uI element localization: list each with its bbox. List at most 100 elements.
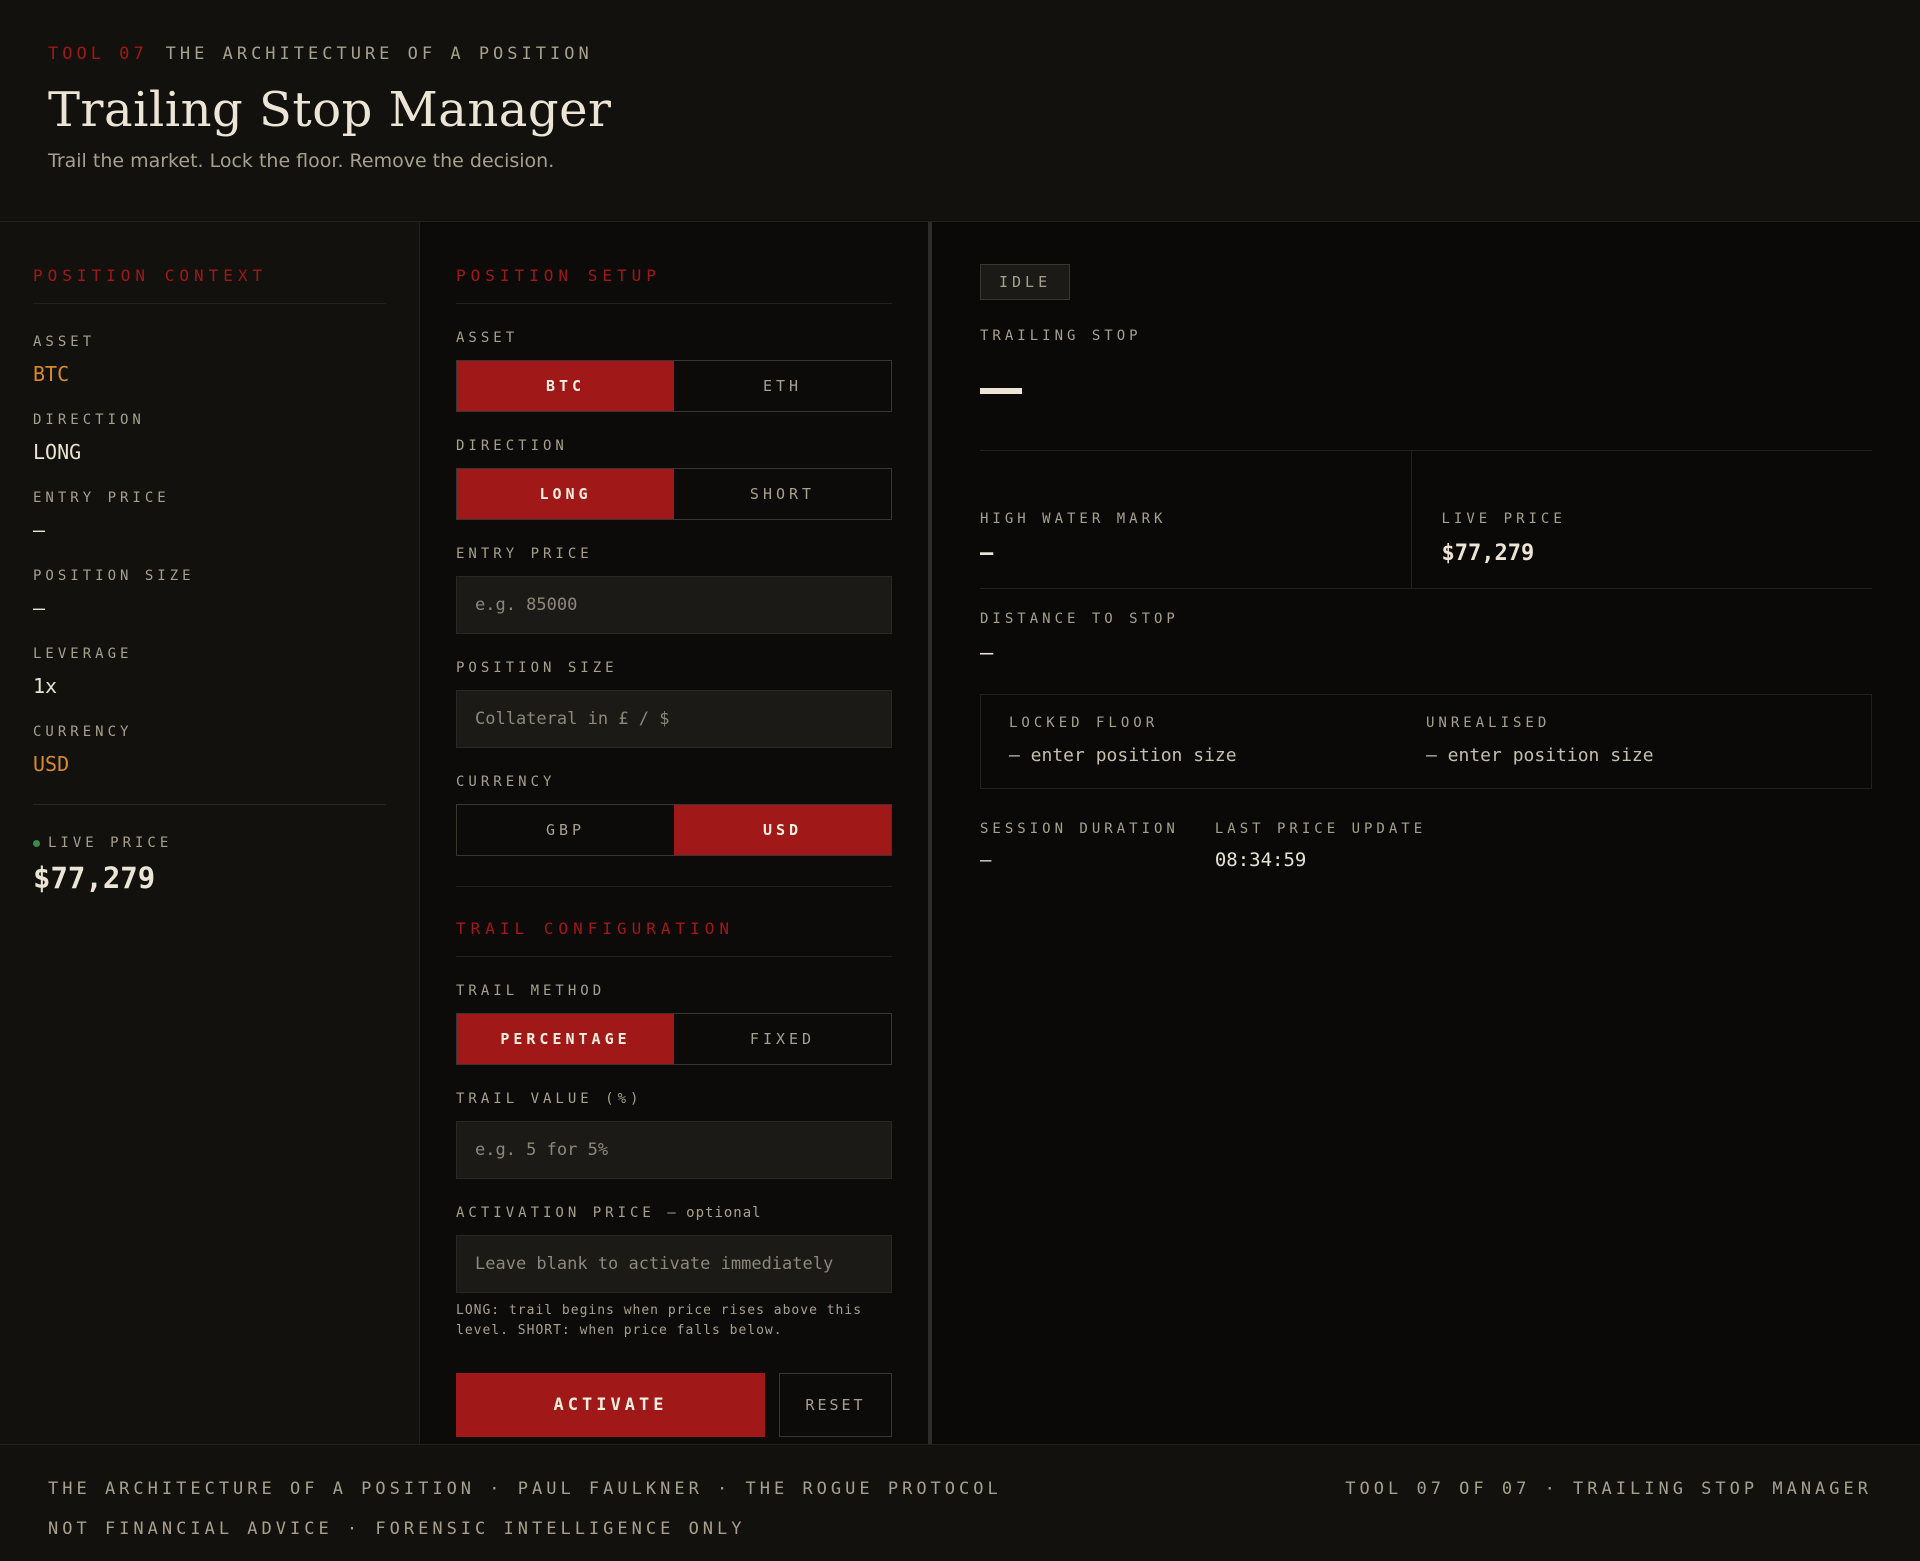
- distance-value: —: [980, 641, 994, 666]
- context-leverage: LEVERAGE 1x: [33, 646, 386, 698]
- context-asset-value: BTC: [33, 362, 70, 386]
- setup-heading: POSITION SETUP: [456, 266, 892, 304]
- page-header: TOOL 07 THE ARCHITECTURE OF A POSITION Tr…: [0, 0, 1920, 222]
- setup-divider: [456, 886, 892, 887]
- direction-option-short[interactable]: SHORT: [674, 469, 891, 519]
- context-live-price-label: LIVE PRICE: [33, 835, 386, 851]
- unrealised: UNREALISED — enter position size: [1426, 715, 1843, 766]
- locked-floor-label: LOCKED FLOOR: [1009, 715, 1159, 731]
- main-layout: POSITION CONTEXT ASSET BTC DIRECTION LON…: [0, 222, 1920, 1444]
- position-size-input[interactable]: [456, 690, 892, 748]
- trail-method-toggle: PERCENTAGE FIXED: [456, 1013, 892, 1065]
- entry-price-input[interactable]: [456, 576, 892, 634]
- entry-price-label: ENTRY PRICE: [456, 546, 593, 562]
- context-live-label-text: LIVE PRICE: [48, 835, 173, 851]
- session-duration-value: —: [980, 849, 992, 871]
- currency-option-gbp[interactable]: GBP: [457, 805, 674, 855]
- context-direction-value: LONG: [33, 440, 82, 464]
- context-size-value: —: [33, 596, 46, 620]
- session-row: SESSION DURATION — LAST PRICE UPDATE 08:…: [980, 821, 1872, 871]
- page-title: Trailing Stop Manager: [48, 82, 612, 138]
- asset-option-btc[interactable]: BTC: [457, 361, 674, 411]
- price-metrics-row: HIGH WATER MARK — LIVE PRICE $77,279: [980, 451, 1872, 589]
- footer-tool-info: TOOL 07 OF 07 · TRAILING STOP MANAGER: [1345, 1479, 1872, 1499]
- position-size-label: POSITION SIZE: [456, 660, 618, 676]
- context-size-label: POSITION SIZE: [33, 568, 195, 584]
- activation-price-label: ACTIVATION PRICE — optional: [456, 1205, 892, 1221]
- direction-option-long[interactable]: LONG: [457, 469, 674, 519]
- activate-button[interactable]: ACTIVATE: [456, 1373, 765, 1437]
- context-live-price-value: $77,279: [33, 861, 156, 895]
- unrealised-label: UNREALISED: [1426, 715, 1551, 731]
- footer-row-1: THE ARCHITECTURE OF A POSITION · PAUL FA…: [48, 1479, 1872, 1499]
- context-currency-value: USD: [33, 752, 70, 776]
- asset-option-eth[interactable]: ETH: [674, 361, 891, 411]
- hwm-value: —: [980, 541, 994, 566]
- live-status-dot-icon: [33, 839, 40, 847]
- kicker-text: THE ARCHITECTURE OF A POSITION: [165, 44, 593, 64]
- context-direction-label: DIRECTION: [33, 412, 145, 428]
- context-entry-value: —: [33, 518, 46, 542]
- header-kicker: TOOL 07 THE ARCHITECTURE OF A POSITION: [48, 44, 1872, 64]
- trail-method-fixed[interactable]: FIXED: [674, 1014, 891, 1064]
- context-entry-price: ENTRY PRICE —: [33, 490, 386, 542]
- context-asset-label: ASSET: [33, 334, 96, 350]
- activation-optional-text: — optional: [667, 1205, 762, 1221]
- last-update-label: LAST PRICE UPDATE: [1214, 821, 1427, 837]
- trail-value-label: TRAIL VALUE (%): [456, 1091, 643, 1107]
- setup-actions: ACTIVATE RESET: [456, 1373, 892, 1437]
- trail-method-label: TRAIL METHOD: [456, 983, 606, 999]
- activation-hint: LONG: trail begins when price rises abov…: [456, 1303, 863, 1338]
- distance-to-stop: DISTANCE TO STOP —: [980, 589, 1872, 695]
- context-entry-label: ENTRY PRICE: [33, 490, 170, 506]
- locked-floor: LOCKED FLOOR — enter position size: [1009, 715, 1426, 766]
- trail-heading: TRAIL CONFIGURATION: [456, 919, 892, 957]
- context-asset: ASSET BTC: [33, 334, 386, 386]
- position-setup-panel: POSITION SETUP ASSET BTC ETH DIRECTION L…: [420, 222, 932, 1444]
- high-water-mark: HIGH WATER MARK —: [980, 451, 1411, 588]
- context-leverage-label: LEVERAGE: [33, 646, 133, 662]
- context-divider: [33, 804, 386, 805]
- footer-disclaimer: NOT FINANCIAL ADVICE · FORENSIC INTELLIG…: [48, 1519, 746, 1539]
- context-currency: CURRENCY USD: [33, 724, 386, 776]
- position-context-panel: POSITION CONTEXT ASSET BTC DIRECTION LON…: [0, 222, 420, 1444]
- status-badge: IDLE: [980, 264, 1071, 300]
- footer-row-2: NOT FINANCIAL ADVICE · FORENSIC INTELLIG…: [48, 1519, 1872, 1539]
- trailing-stop-empty-value: [980, 388, 1022, 394]
- trailing-stop-label: TRAILING STOP: [980, 328, 1142, 344]
- currency-option-usd[interactable]: USD: [674, 805, 891, 855]
- tool-tag: TOOL 07: [48, 44, 148, 64]
- reset-button[interactable]: RESET: [779, 1373, 892, 1437]
- direction-toggle: LONG SHORT: [456, 468, 892, 520]
- context-currency-label: CURRENCY: [33, 724, 133, 740]
- session-duration-label: SESSION DURATION: [980, 821, 1179, 837]
- results-live-label: LIVE PRICE: [1441, 511, 1566, 527]
- floor-box: LOCKED FLOOR — enter position size UNREA…: [980, 695, 1872, 789]
- currency-label: CURRENCY: [456, 774, 556, 790]
- activation-label-text: ACTIVATION PRICE: [456, 1205, 655, 1221]
- currency-toggle: GBP USD: [456, 804, 892, 856]
- trailing-stop-block: TRAILING STOP: [980, 328, 1872, 451]
- results-panel: IDLE TRAILING STOP HIGH WATER MARK — LIV…: [932, 222, 1920, 1444]
- hwm-label: HIGH WATER MARK: [980, 511, 1167, 527]
- footer-credit: THE ARCHITECTURE OF A POSITION · PAUL FA…: [48, 1479, 1002, 1499]
- context-position-size: POSITION SIZE —: [33, 568, 386, 620]
- last-update-value: 08:34:59: [1214, 849, 1307, 871]
- distance-label: DISTANCE TO STOP: [980, 611, 1179, 627]
- session-duration: SESSION DURATION —: [980, 821, 1179, 871]
- unrealised-value: — enter position size: [1426, 745, 1654, 766]
- trail-method-percentage[interactable]: PERCENTAGE: [457, 1014, 674, 1064]
- page-tagline: Trail the market. Lock the floor. Remove…: [48, 150, 555, 172]
- direction-label: DIRECTION: [456, 438, 568, 454]
- last-price-update: LAST PRICE UPDATE 08:34:59: [1215, 821, 1426, 871]
- context-leverage-value: 1x: [33, 674, 58, 698]
- trail-value-input[interactable]: [456, 1121, 892, 1179]
- results-live-price: LIVE PRICE $77,279: [1410, 451, 1873, 588]
- context-direction: DIRECTION LONG: [33, 412, 386, 464]
- asset-toggle: BTC ETH: [456, 360, 892, 412]
- results-live-value: $77,279: [1441, 541, 1535, 566]
- activation-price-input[interactable]: [456, 1235, 892, 1293]
- context-heading: POSITION CONTEXT: [33, 266, 386, 304]
- page-footer: THE ARCHITECTURE OF A POSITION · PAUL FA…: [0, 1444, 1920, 1561]
- locked-floor-value: — enter position size: [1009, 745, 1237, 766]
